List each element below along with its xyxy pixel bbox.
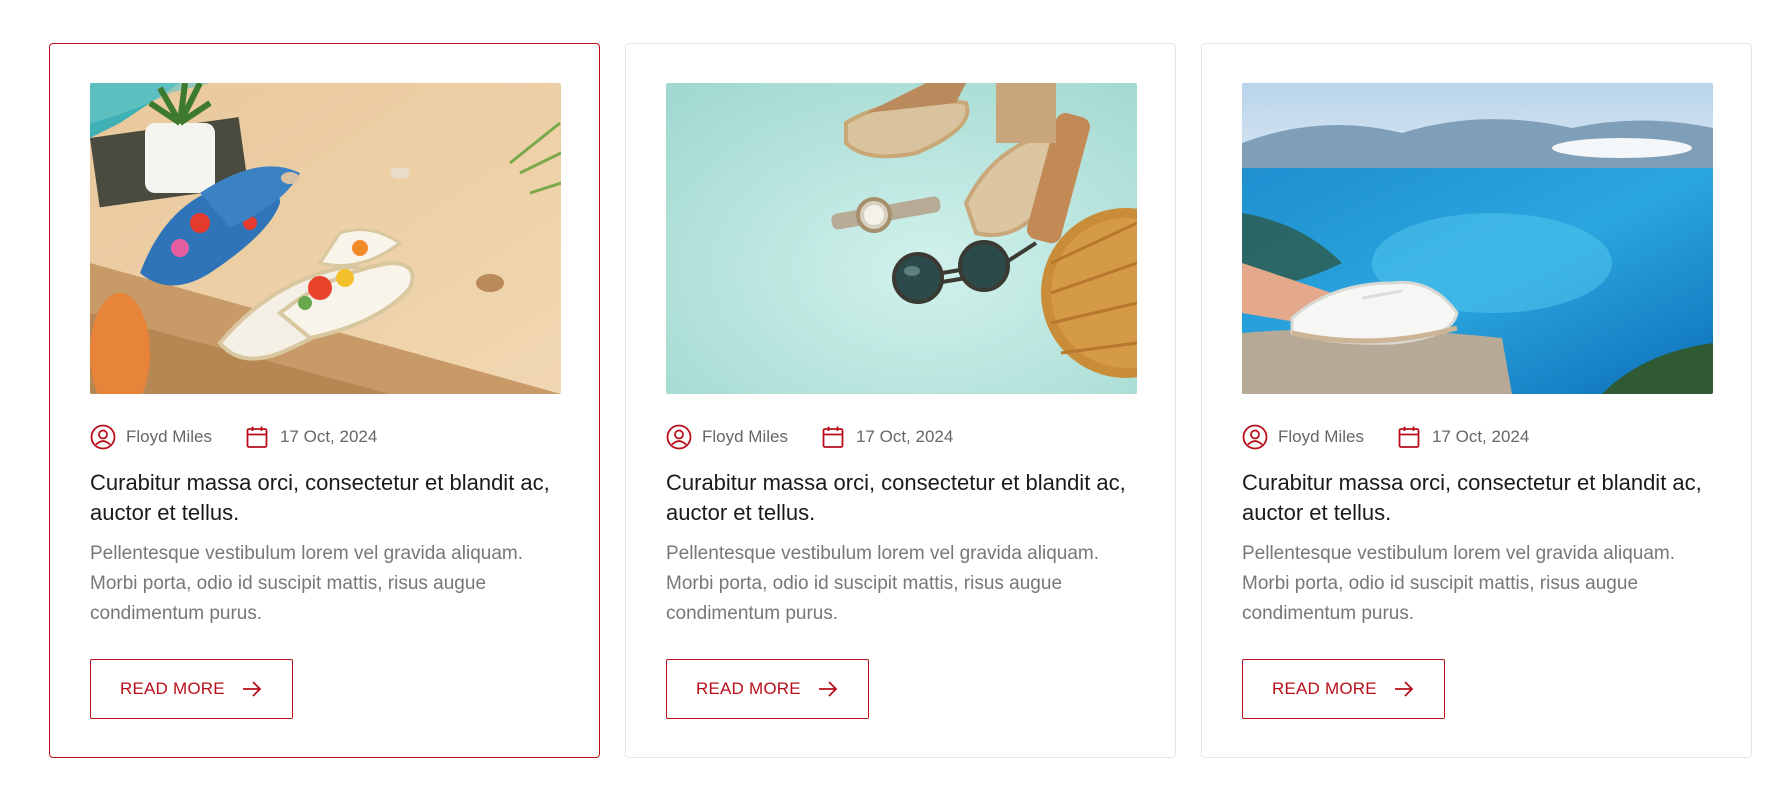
user-circle-icon: [90, 424, 116, 450]
sneakers-sea-view-illustration: [1242, 83, 1713, 394]
post-title[interactable]: Curabitur massa orci, consectetur et bla…: [1242, 468, 1702, 528]
post-meta: Floyd Miles 17 Oct, 2024: [666, 424, 1135, 450]
read-more-label: READ MORE: [1272, 679, 1377, 698]
post-author[interactable]: Floyd Miles: [666, 424, 788, 450]
post-author[interactable]: Floyd Miles: [1242, 424, 1364, 450]
arrow-right-icon: [1393, 678, 1415, 700]
calendar-icon: [1396, 424, 1422, 450]
author-name: Floyd Miles: [702, 427, 788, 446]
author-name: Floyd Miles: [1278, 427, 1364, 446]
date-text: 17 Oct, 2024: [855, 427, 954, 446]
read-more-button[interactable]: READ MORE: [1242, 659, 1445, 719]
calendar-icon: [820, 424, 846, 450]
post-excerpt: Pellentesque vestibulum lorem vel gravid…: [666, 543, 1100, 624]
post-excerpt: Pellentesque vestibulum lorem vel gravid…: [90, 543, 524, 624]
post-author[interactable]: Floyd Miles: [90, 424, 212, 450]
blog-card[interactable]: Floyd Miles 17 Oct, 2024 Curabitur massa…: [1201, 43, 1752, 758]
author-name: Floyd Miles: [126, 427, 212, 446]
post-meta: Floyd Miles 17 Oct, 2024: [1242, 424, 1711, 450]
read-more-button[interactable]: READ MORE: [90, 659, 293, 719]
user-circle-icon: [666, 424, 692, 450]
post-title[interactable]: Curabitur massa orci, consectetur et bla…: [666, 468, 1126, 528]
post-date: 17 Oct, 2024: [820, 424, 953, 450]
summer-accessories-illustration: [666, 83, 1137, 394]
calendar-icon: [244, 424, 270, 450]
post-image-sneakers-sea-view[interactable]: [1242, 83, 1713, 394]
post-image-beach-espadrilles[interactable]: [90, 83, 561, 394]
post-meta: Floyd Miles 17 Oct, 2024: [90, 424, 559, 450]
read-more-button[interactable]: READ MORE: [666, 659, 869, 719]
post-date: 17 Oct, 2024: [1396, 424, 1529, 450]
post-image-summer-accessories[interactable]: [666, 83, 1137, 394]
post-excerpt: Pellentesque vestibulum lorem vel gravid…: [1242, 543, 1676, 624]
blog-card[interactable]: Floyd Miles 17 Oct, 2024 Curabitur massa…: [625, 43, 1176, 758]
arrow-right-icon: [817, 678, 839, 700]
user-circle-icon: [1242, 424, 1268, 450]
arrow-right-icon: [241, 678, 263, 700]
read-more-label: READ MORE: [120, 679, 225, 698]
post-date: 17 Oct, 2024: [244, 424, 377, 450]
blog-card-grid: Floyd Miles 17 Oct, 2024 Curabitur massa…: [49, 43, 1752, 758]
read-more-label: READ MORE: [696, 679, 801, 698]
date-text: 17 Oct, 2024: [1431, 427, 1530, 446]
post-title[interactable]: Curabitur massa orci, consectetur et bla…: [90, 468, 550, 528]
blog-card[interactable]: Floyd Miles 17 Oct, 2024 Curabitur massa…: [49, 43, 600, 758]
date-text: 17 Oct, 2024: [279, 427, 378, 446]
beach-espadrilles-illustration: [90, 83, 561, 394]
